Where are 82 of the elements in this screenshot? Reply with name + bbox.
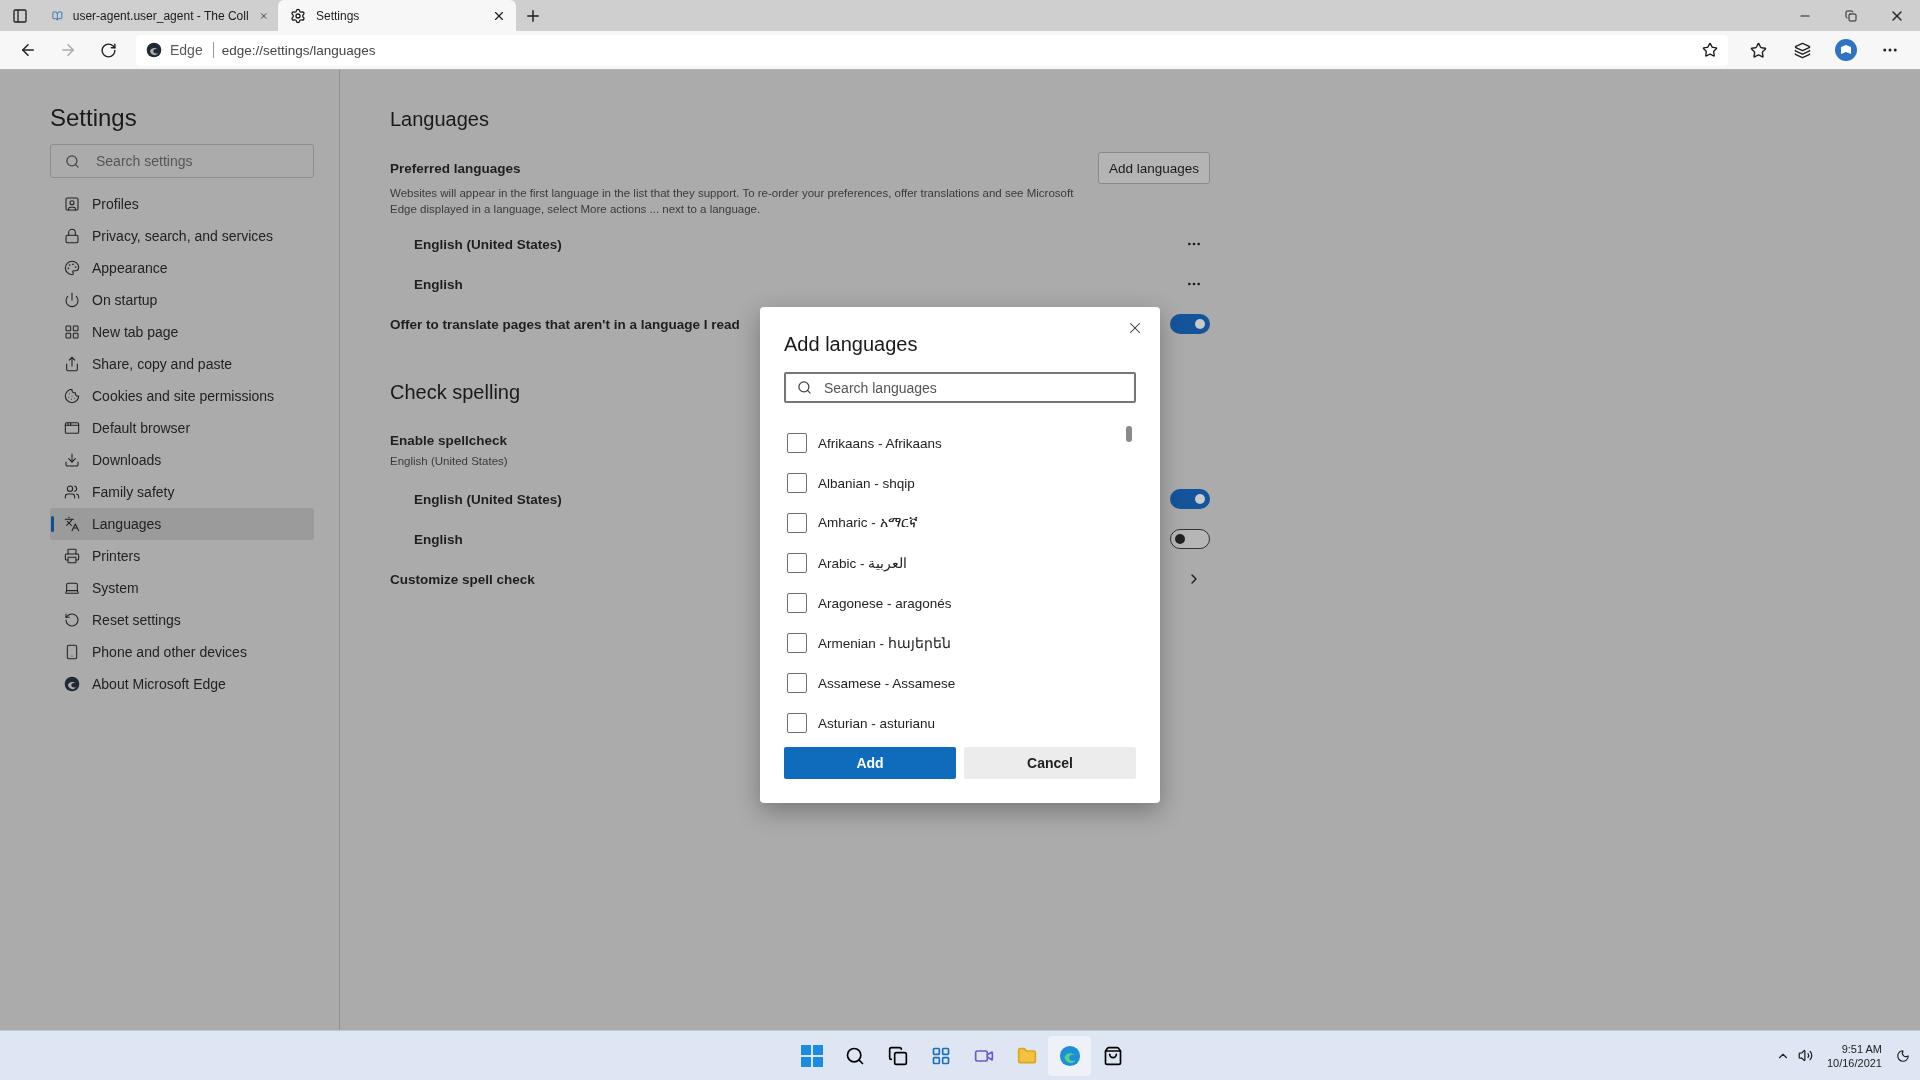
sidebar-item[interactable]: About Microsoft Edge — [50, 668, 314, 700]
sidebar-item[interactable]: Privacy, search, and services — [50, 220, 314, 252]
search-icon — [65, 153, 80, 169]
sidebar-item[interactable]: Share, copy and paste — [50, 348, 314, 380]
toggle-switch[interactable] — [1170, 489, 1210, 509]
add-languages-button[interactable]: Add languages — [1097, 152, 1210, 184]
language-option: Albanian - shqip — [818, 475, 915, 491]
toggle-switch[interactable] — [1170, 529, 1210, 549]
sidebar-item-icon — [64, 420, 80, 436]
settings-icon — [290, 7, 306, 24]
checkbox[interactable] — [787, 633, 807, 653]
sidebar-item[interactable]: New tab page — [50, 316, 314, 348]
sidebar-item[interactable]: Default browser — [50, 412, 314, 444]
checkbox[interactable] — [787, 673, 807, 693]
sidebar-item[interactable]: Phone and other devices — [50, 636, 314, 668]
checkbox[interactable] — [787, 433, 807, 453]
setting-label: Offer to translate pages that aren't in a language I read — [390, 316, 740, 332]
checkbox[interactable] — [787, 593, 807, 613]
sidebar-item[interactable]: On startup — [50, 284, 314, 316]
sidebar-item-icon — [64, 260, 80, 276]
search-field[interactable]: Search languages — [784, 372, 1136, 403]
sidebar-item-icon — [64, 516, 80, 532]
language-name: English — [414, 531, 463, 547]
language-option: Asturian - asturianu — [818, 715, 936, 731]
browser-tab[interactable]: user-agent.user_agent - The Coll — [40, 0, 278, 31]
sidebar-item-icon — [64, 292, 80, 308]
sidebar-item[interactable]: Profiles — [50, 188, 314, 220]
page-title: Languages — [390, 108, 489, 131]
checkbox[interactable] — [787, 553, 807, 573]
language-option: Armenian - հայերեն — [818, 635, 951, 651]
sidebar-item[interactable]: Appearance — [50, 252, 314, 284]
url-text: edge://settings/languages — [221, 42, 376, 58]
volume-icon[interactable] — [1797, 1048, 1813, 1063]
setting-label: Customize spell check — [390, 571, 535, 587]
sidebar-item[interactable]: System — [50, 572, 314, 604]
checkbox[interactable] — [787, 473, 807, 493]
sidebar-item-icon — [64, 612, 80, 628]
sidebar-item-icon — [64, 228, 80, 244]
sidebar-item[interactable]: Cookies and site permissions — [50, 380, 314, 412]
language-option: Arabic - العربية — [818, 555, 908, 571]
sidebar-item-icon — [64, 580, 80, 596]
sidebar-item[interactable]: Languages — [50, 508, 314, 540]
description-text: Websites will appear in the first language in the list that they support. To re-order your preferences, offer translations and see Microsoft Edge displayed in a language, select More actions ... next to a language. — [390, 186, 1075, 217]
site-label: Edge — [170, 42, 214, 58]
language-name: English (United States) — [414, 491, 562, 507]
language-name: English — [414, 276, 463, 292]
start-icon — [800, 1044, 823, 1067]
scrollbar-thumb[interactable] — [1126, 426, 1132, 442]
sidebar-item-icon — [64, 484, 80, 500]
toggle-switch[interactable] — [1170, 314, 1210, 334]
sidebar-item-icon — [64, 196, 80, 212]
search-icon — [797, 380, 812, 395]
sidebar-item-icon — [64, 388, 80, 404]
sidebar-item-icon — [64, 452, 80, 468]
language-option: Amharic - አማርኛ — [818, 515, 918, 531]
address-bar[interactable]: Edge edge://settings/languages — [136, 34, 1728, 66]
sidebar-item[interactable]: Downloads — [50, 444, 314, 476]
language-name: English (United States) — [414, 236, 562, 252]
clock[interactable]: 9:51 AM 10/16/2021 — [1820, 1040, 1888, 1071]
browser-tab[interactable]: Settings — [278, 0, 516, 31]
section-title: Check spelling — [390, 381, 521, 404]
dialog-title: Add languages — [784, 333, 919, 356]
checkbox[interactable] — [787, 513, 807, 533]
language-option: Afrikaans - Afrikaans — [818, 435, 942, 451]
setting-label: Enable spellcheck — [390, 433, 508, 448]
sidebar-item-icon — [64, 644, 80, 660]
sidebar-item-icon — [64, 548, 80, 564]
settings-title: Settings — [50, 104, 138, 132]
sidebar-item-icon — [64, 356, 80, 372]
language-option: Aragonese - aragonés — [818, 595, 952, 611]
language-option: Assamese - Assamese — [818, 675, 956, 691]
cancel-button[interactable]: Cancel — [964, 747, 1136, 779]
setting-sublabel: English (United States) — [390, 455, 508, 467]
sidebar-item-icon — [64, 324, 80, 340]
add-button[interactable]: Add — [784, 747, 956, 779]
add-favorite-icon[interactable] — [1702, 42, 1718, 58]
sidebar-item[interactable]: Reset settings — [50, 604, 314, 636]
search-field[interactable]: Search settings — [50, 144, 314, 178]
sidebar-item[interactable]: Printers — [50, 540, 314, 572]
checkbox[interactable] — [787, 713, 807, 733]
sidebar-item[interactable]: Family safety — [50, 476, 314, 508]
section-label: Preferred languages — [390, 160, 521, 176]
